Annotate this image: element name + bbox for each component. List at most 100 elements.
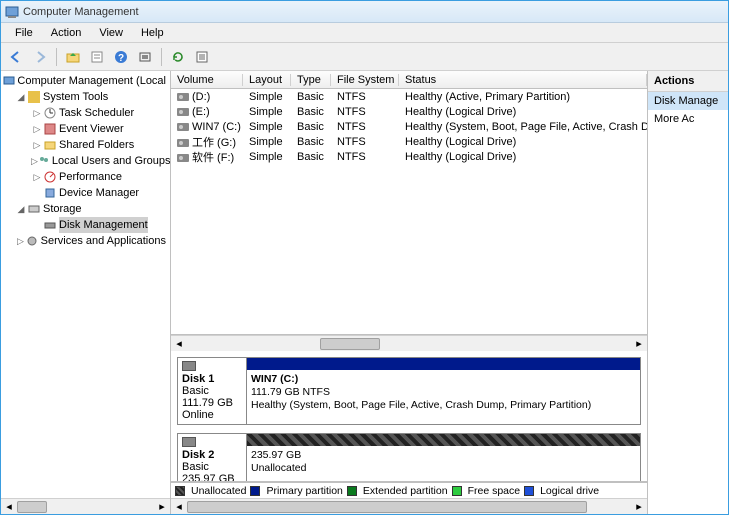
menu-action[interactable]: Action xyxy=(43,25,90,41)
col-type[interactable]: Type xyxy=(291,74,331,86)
scroll-thumb[interactable] xyxy=(320,338,380,350)
tree-shared-folders[interactable]: ▷ Shared Folders xyxy=(1,137,170,153)
list-button[interactable] xyxy=(191,46,213,68)
col-volume[interactable]: Volume xyxy=(171,74,243,86)
legend-label: Primary partition xyxy=(266,485,342,497)
tree-device-manager[interactable]: Device Manager xyxy=(1,185,170,201)
center-pane: Volume Layout Type File System Status (D… xyxy=(171,71,648,514)
tree-services-apps[interactable]: ▷ Services and Applications xyxy=(1,233,170,249)
disk-row[interactable]: Disk 2 Basic 235.97 GB Online 235.97 GB … xyxy=(177,433,641,482)
cell-filesystem: NTFS xyxy=(331,91,399,103)
collapse-icon[interactable]: ◢ xyxy=(15,89,27,105)
refresh-button[interactable] xyxy=(167,46,189,68)
partition-stripe-primary xyxy=(247,358,640,370)
actions-header: Actions xyxy=(648,71,728,92)
cell-filesystem: NTFS xyxy=(331,151,399,163)
scroll-thumb[interactable] xyxy=(17,501,47,513)
tree-label: Computer Management (Local xyxy=(17,73,166,89)
tree-hscrollbar[interactable]: ◂ ▸ xyxy=(1,498,170,514)
menu-view[interactable]: View xyxy=(91,25,131,41)
disk-name: Disk 1 xyxy=(182,373,242,385)
tree-storage[interactable]: ◢Storage xyxy=(1,201,170,217)
tree-label: Disk Management xyxy=(59,217,148,233)
tree-system-tools[interactable]: ◢ System Tools xyxy=(1,89,170,105)
disk-name: Disk 2 xyxy=(182,449,242,461)
back-button[interactable] xyxy=(5,46,27,68)
expand-icon[interactable]: ▷ xyxy=(31,137,43,153)
folder-up-button[interactable] xyxy=(62,46,84,68)
legend: Unallocated Primary partition Extended p… xyxy=(171,482,647,498)
scroll-right-icon[interactable]: ▸ xyxy=(631,336,647,352)
volume-row[interactable]: 软件 (F:)SimpleBasicNTFSHealthy (Logical D… xyxy=(171,149,647,164)
legend-swatch-logical xyxy=(524,486,534,496)
users-icon xyxy=(38,154,50,168)
disk-brick-icon xyxy=(182,437,196,447)
expand-icon[interactable]: ▷ xyxy=(31,105,43,121)
scroll-track[interactable] xyxy=(187,336,631,352)
help-button[interactable]: ? xyxy=(110,46,132,68)
forward-button[interactable] xyxy=(29,46,51,68)
volume-row[interactable]: WIN7 (C:)SimpleBasicNTFSHealthy (System,… xyxy=(171,119,647,134)
tree-performance[interactable]: ▷Performance xyxy=(1,169,170,185)
expand-icon[interactable]: ▷ xyxy=(15,233,26,249)
scroll-left-icon[interactable]: ◂ xyxy=(1,499,17,515)
col-layout[interactable]: Layout xyxy=(243,74,291,86)
col-filesystem[interactable]: File System xyxy=(331,74,399,86)
tree-disk-management[interactable]: Disk Management xyxy=(1,217,170,233)
scroll-thumb[interactable] xyxy=(187,501,587,513)
container-button[interactable] xyxy=(134,46,156,68)
collapse-icon[interactable]: ◢ xyxy=(15,201,27,217)
disk-row[interactable]: Disk 1 Basic 111.79 GB Online WIN7 (C:) … xyxy=(177,357,641,425)
tree: Computer Management (Local ◢ System Tool… xyxy=(1,71,170,251)
expand-icon[interactable]: ▷ xyxy=(31,153,38,169)
partition-status: Unallocated xyxy=(251,462,636,475)
scroll-track[interactable] xyxy=(17,499,154,515)
disk-size: 111.79 GB xyxy=(182,397,242,409)
volume-row[interactable]: (D:)SimpleBasicNTFSHealthy (Active, Prim… xyxy=(171,89,647,104)
tree-root[interactable]: Computer Management (Local xyxy=(1,73,170,89)
expand-icon[interactable]: ▷ xyxy=(31,169,43,185)
cell-volume: WIN7 (C:) xyxy=(171,121,243,133)
actions-selected-node[interactable]: Disk Manage xyxy=(648,92,728,110)
cell-status: Healthy (Logical Drive) xyxy=(399,151,647,163)
cell-volume: 工作 (G:) xyxy=(171,134,243,150)
cell-layout: Simple xyxy=(243,106,291,118)
disk-meta: Disk 2 Basic 235.97 GB Online xyxy=(177,433,247,482)
col-status[interactable]: Status xyxy=(399,74,647,86)
partition[interactable]: WIN7 (C:) 111.79 GB NTFS Healthy (System… xyxy=(247,358,640,424)
tree-label: Services and Applications xyxy=(41,233,166,249)
actions-more[interactable]: More Ac xyxy=(648,110,728,128)
toolbar-separator xyxy=(56,48,57,66)
menu-file[interactable]: File xyxy=(7,25,41,41)
toolbar-separator xyxy=(161,48,162,66)
scroll-right-icon[interactable]: ▸ xyxy=(631,499,647,515)
tree-event-viewer[interactable]: ▷ Event Viewer xyxy=(1,121,170,137)
partition[interactable]: 235.97 GB Unallocated xyxy=(247,434,640,482)
disk-partitions: 235.97 GB Unallocated xyxy=(247,433,641,482)
expand-icon[interactable]: ▷ xyxy=(31,121,43,137)
legend-swatch-primary xyxy=(250,486,260,496)
actions-pane: Actions Disk Manage More Ac xyxy=(648,71,728,514)
tree-label: Shared Folders xyxy=(59,137,134,153)
tree-label: Local Users and Groups xyxy=(52,153,171,169)
properties-button[interactable] xyxy=(86,46,108,68)
tree-label: Event Viewer xyxy=(59,121,124,137)
volume-header-row: Volume Layout Type File System Status xyxy=(171,71,647,89)
tree-local-users[interactable]: ▷ Local Users and Groups xyxy=(1,153,170,169)
cell-volume: (E:) xyxy=(171,106,243,118)
volume-row[interactable]: (E:)SimpleBasicNTFSHealthy (Logical Driv… xyxy=(171,104,647,119)
volume-hscrollbar[interactable]: ◂ ▸ xyxy=(171,335,647,351)
tree-task-scheduler[interactable]: ▷Task Scheduler xyxy=(1,105,170,121)
legend-swatch-free xyxy=(452,486,462,496)
tree-label: Device Manager xyxy=(59,185,139,201)
graphical-hscrollbar[interactable]: ◂ ▸ xyxy=(171,498,647,514)
scroll-right-icon[interactable]: ▸ xyxy=(154,499,170,515)
cell-status: Healthy (Logical Drive) xyxy=(399,106,647,118)
cell-type: Basic xyxy=(291,151,331,163)
volume-row[interactable]: 工作 (G:)SimpleBasicNTFSHealthy (Logical D… xyxy=(171,134,647,149)
scroll-left-icon[interactable]: ◂ xyxy=(171,336,187,352)
menu-bar: File Action View Help xyxy=(1,23,728,43)
scroll-track[interactable] xyxy=(187,499,631,515)
scroll-left-icon[interactable]: ◂ xyxy=(171,499,187,515)
menu-help[interactable]: Help xyxy=(133,25,172,41)
